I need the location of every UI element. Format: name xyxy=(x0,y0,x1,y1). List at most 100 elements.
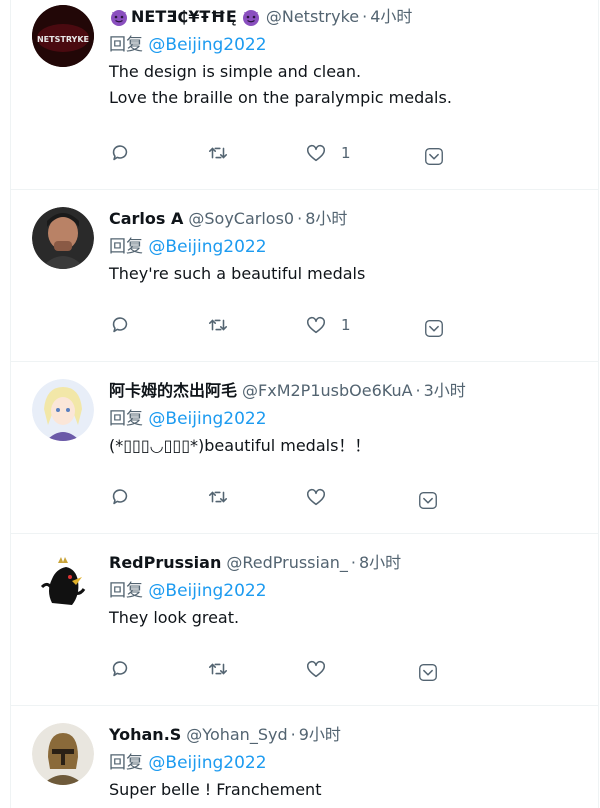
share-icon xyxy=(419,491,437,509)
tweet-text-line: They're such a beautiful medals xyxy=(109,264,366,283)
mention-link[interactable]: @Beijing2022 xyxy=(148,35,266,55)
like-icon xyxy=(306,316,326,334)
share-button[interactable] xyxy=(423,317,445,339)
mention-link[interactable]: @Beijing2022 xyxy=(148,237,266,257)
share-button[interactable] xyxy=(417,661,439,683)
reply-icon xyxy=(112,489,128,505)
tweet-text-line: Super belle ! Franchement xyxy=(109,780,322,799)
share-icon xyxy=(419,663,437,681)
share-button[interactable] xyxy=(417,489,439,511)
tweet-header: RedPrussian @RedPrussian_ · 8小时 xyxy=(109,552,592,574)
timestamp[interactable]: 9小时 xyxy=(299,724,341,746)
separator-dot: · xyxy=(290,725,296,744)
like-icon xyxy=(306,144,326,162)
like-button[interactable]: 1 xyxy=(305,314,351,336)
tweet[interactable]: Yohan.S @Yohan_Syd · 9小时 回复 @Beijing2022… xyxy=(11,706,598,808)
retweet-icon xyxy=(208,491,228,503)
share-icon xyxy=(425,147,443,165)
tweet[interactable]: Carlos A @SoyCarlos0 · 8小时 回复 @Beijing20… xyxy=(11,190,598,362)
separator-dot: · xyxy=(297,209,303,228)
share-icon xyxy=(425,319,443,337)
user-handle[interactable]: @Yohan_Syd xyxy=(186,724,287,746)
like-button[interactable]: 1 xyxy=(305,142,351,164)
devil-emoji-icon xyxy=(111,10,127,26)
tweet-text: The design is simple and clean. Love the… xyxy=(109,59,592,111)
like-button[interactable] xyxy=(305,486,341,508)
separator-dot: · xyxy=(415,381,421,400)
reply-icon xyxy=(112,661,128,677)
retweet-icon xyxy=(208,663,228,675)
tweet-body: Carlos A @SoyCarlos0 · 8小时 回复 @Beijing20… xyxy=(109,208,592,287)
retweet-button[interactable] xyxy=(207,142,229,164)
reply-context: 回复 @Beijing2022 xyxy=(109,34,592,57)
reply-prefix: 回复 xyxy=(109,237,143,257)
tweet-text-line: They look great. xyxy=(109,608,240,627)
tweet-text: Super belle ! Franchement xyxy=(109,777,592,803)
reply-icon xyxy=(112,145,128,161)
devil-emoji-icon xyxy=(242,10,259,26)
like-count: 1 xyxy=(341,144,351,162)
like-icon xyxy=(306,488,326,506)
timestamp[interactable]: 8小时 xyxy=(305,208,347,230)
display-name[interactable]: Carlos A xyxy=(109,208,183,230)
avatar[interactable]: NETSTRYKE xyxy=(32,5,94,67)
timestamp[interactable]: 3小时 xyxy=(424,380,466,402)
retweet-button[interactable] xyxy=(207,658,229,680)
reply-context: 回复 @Beijing2022 xyxy=(109,752,592,775)
reply-button[interactable] xyxy=(109,314,131,336)
tweet[interactable]: RedPrussian @RedPrussian_ · 8小时 回复 @Beij… xyxy=(11,534,598,706)
mention-link[interactable]: @Beijing2022 xyxy=(148,753,266,773)
user-handle[interactable]: @SoyCarlos0 xyxy=(188,208,294,230)
tweet-body: 阿卡姆的杰出阿毛 @FxM2P1usbOe6KuA · 3小时 回复 @Beij… xyxy=(109,380,592,459)
reply-context: 回复 @Beijing2022 xyxy=(109,408,592,431)
user-handle[interactable]: @RedPrussian_ xyxy=(226,552,348,574)
reply-button[interactable] xyxy=(109,486,131,508)
user-handle[interactable]: @Netstryke xyxy=(266,6,359,28)
tweet-text-line: Love the braille on the paralympic medal… xyxy=(109,88,452,107)
share-button[interactable] xyxy=(423,145,445,167)
reply-prefix: 回复 xyxy=(109,581,143,601)
display-name[interactable]: 阿卡姆的杰出阿毛 xyxy=(109,380,237,402)
mention-link[interactable]: @Beijing2022 xyxy=(148,409,266,429)
display-name[interactable]: Yohan.S xyxy=(109,724,181,746)
tweet-actions: 1 xyxy=(109,314,598,340)
avatar[interactable] xyxy=(32,723,94,785)
separator-dot: · xyxy=(362,7,368,26)
timestamp[interactable]: 4小时 xyxy=(370,6,412,28)
user-handle[interactable]: @FxM2P1usbOe6KuA xyxy=(242,380,413,402)
reply-button[interactable] xyxy=(109,142,131,164)
tweet-body: RedPrussian @RedPrussian_ · 8小时 回复 @Beij… xyxy=(109,552,592,631)
display-name[interactable]: RedPrussian xyxy=(109,552,221,574)
tweet-text: They look great. xyxy=(109,605,592,631)
tweet-body: NETƎ₵¥ŦĦĘ @Netstryke · 4小时 回复 @Beijing20… xyxy=(109,6,592,111)
avatar[interactable] xyxy=(32,379,94,441)
retweet-button[interactable] xyxy=(207,314,229,336)
tweet[interactable]: 阿卡姆的杰出阿毛 @FxM2P1usbOe6KuA · 3小时 回复 @Beij… xyxy=(11,362,598,534)
tweet[interactable]: NETSTRYKE NETƎ₵¥ŦĦĘ @Netstryke · 4小时 回复 … xyxy=(11,0,598,190)
tweet-header: Carlos A @SoyCarlos0 · 8小时 xyxy=(109,208,592,230)
like-count: 1 xyxy=(341,316,351,334)
tweet-text-line: (*▯▯▯◡▯▯▯*)beautiful medals！！ xyxy=(109,436,371,455)
reply-context: 回复 @Beijing2022 xyxy=(109,236,592,259)
tweet-text: (*▯▯▯◡▯▯▯*)beautiful medals！！ xyxy=(109,433,592,459)
like-button[interactable] xyxy=(305,658,341,680)
display-name[interactable]: NETƎ₵¥ŦĦĘ xyxy=(131,6,237,28)
tweet-text: They're such a beautiful medals xyxy=(109,261,592,287)
timeline-right-border xyxy=(598,0,599,808)
timestamp[interactable]: 8小时 xyxy=(359,552,401,574)
avatar[interactable] xyxy=(32,551,94,613)
mention-link[interactable]: @Beijing2022 xyxy=(148,581,266,601)
retweet-icon xyxy=(208,319,228,331)
retweet-button[interactable] xyxy=(207,486,229,508)
reply-prefix: 回复 xyxy=(109,35,143,55)
reply-context: 回复 @Beijing2022 xyxy=(109,580,592,603)
tweet-header: Yohan.S @Yohan_Syd · 9小时 xyxy=(109,724,592,746)
separator-dot: · xyxy=(350,553,356,572)
tweet-header: 阿卡姆的杰出阿毛 @FxM2P1usbOe6KuA · 3小时 xyxy=(109,380,592,402)
avatar[interactable] xyxy=(32,207,94,269)
reply-prefix: 回复 xyxy=(109,753,143,773)
reply-button[interactable] xyxy=(109,658,131,680)
tweet-actions xyxy=(109,658,598,684)
tweet-actions xyxy=(109,486,598,512)
tweet-header: NETƎ₵¥ŦĦĘ @Netstryke · 4小时 xyxy=(109,6,592,28)
